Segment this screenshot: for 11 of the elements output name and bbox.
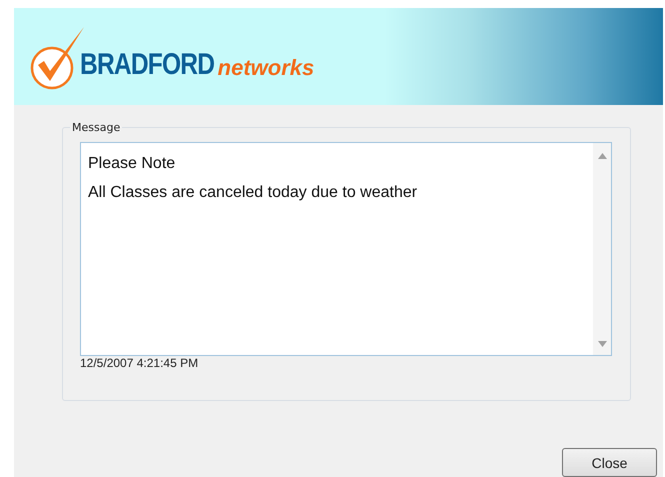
logo-text: networks bbox=[218, 54, 314, 80]
message-text: All Classes are canceled today due to weather bbox=[88, 184, 418, 202]
group-label: Message bbox=[71, 121, 122, 134]
scroll-up-icon[interactable] bbox=[598, 153, 606, 159]
message-text: Please Note bbox=[88, 155, 176, 173]
scrollbar[interactable] bbox=[593, 143, 611, 355]
timestamp: 12/5/2007 4:21:45 PM bbox=[80, 356, 200, 370]
scroll-down-icon[interactable] bbox=[598, 341, 606, 347]
close-button[interactable]: Close bbox=[562, 448, 657, 477]
logo-text: BRADFORD bbox=[80, 48, 214, 82]
message-textbox[interactable]: Please Note All Classes are canceled today due to weather bbox=[80, 142, 612, 356]
